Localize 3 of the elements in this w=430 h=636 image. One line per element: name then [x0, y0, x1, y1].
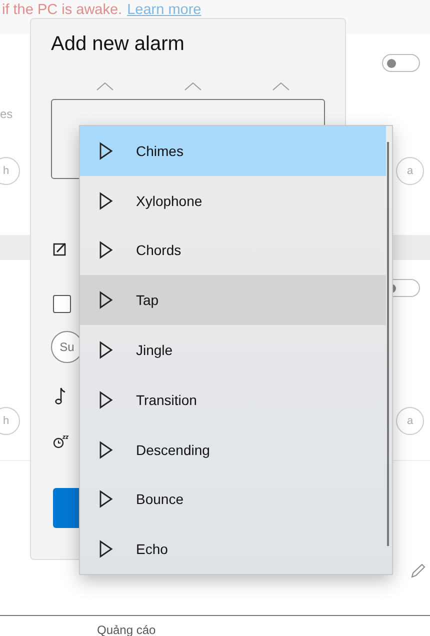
dialog-title: Add new alarm	[51, 33, 186, 56]
notice-text: if the PC is awake.	[2, 2, 122, 18]
alarm-days-text: es	[0, 107, 13, 121]
